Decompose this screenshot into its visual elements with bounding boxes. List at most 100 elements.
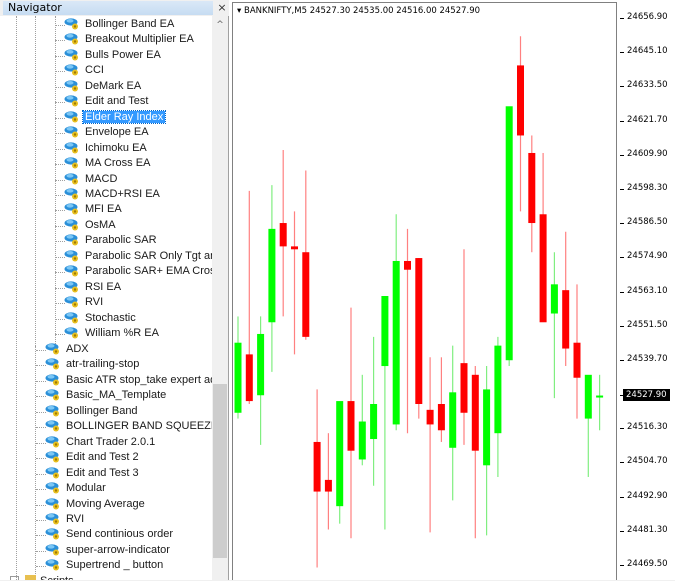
tree-item[interactable]: Basic_MA_Template [45, 388, 168, 404]
y-tick-label: 24586.50 [627, 217, 668, 228]
tree-item[interactable]: super-arrow-indicator [45, 543, 172, 559]
y-tick-mark [620, 325, 624, 327]
tree-item[interactable]: Elder Ray Index [64, 109, 167, 126]
y-tick-label: 24645.10 [627, 46, 668, 57]
dropdown-icon[interactable]: ▾ [237, 6, 241, 16]
tree-item-label: Edit and Test [85, 95, 149, 108]
expert-advisor-icon [45, 450, 61, 463]
tree-item-scripts[interactable]: Scripts [10, 574, 74, 580]
y-tick-label: 24539.70 [627, 354, 668, 365]
tree-item-label: Supertrend _ button [66, 559, 164, 572]
navigator-tree: Bollinger Band EA Breakout Multiplier EA B… [0, 16, 212, 580]
candle [381, 296, 389, 530]
tree-item[interactable]: Supertrend _ button [45, 558, 165, 574]
y-tick-label: 24563.10 [627, 285, 668, 296]
candle [483, 366, 491, 536]
tree-item[interactable]: MA Cross EA [64, 156, 152, 172]
candle [449, 345, 457, 501]
scroll-thumb[interactable] [213, 384, 227, 558]
tree-item[interactable]: DeMark EA [64, 79, 143, 95]
tree-item[interactable]: Edit and Test 3 [45, 466, 141, 482]
tree-item[interactable]: Modular [45, 481, 108, 497]
tree-item-label: Bollinger Band EA [85, 18, 175, 30]
expand-icon[interactable] [10, 575, 19, 580]
candle-body [528, 152, 536, 224]
y-tick-label: 24574.90 [627, 251, 668, 262]
tree-item[interactable]: Bollinger Band [45, 404, 140, 420]
candle-body [257, 333, 265, 396]
candle [539, 152, 547, 323]
tree-item[interactable]: Parabolic SAR Only Tgt and [64, 249, 212, 265]
expert-advisor-icon [45, 404, 61, 417]
candle-body [596, 395, 604, 398]
tree-item[interactable]: BOLLINGER BAND SQUEEZE [45, 419, 212, 435]
expert-advisor-icon [64, 311, 80, 324]
close-icon[interactable]: × [216, 1, 228, 15]
expert-advisor-icon [64, 280, 80, 293]
candle [550, 252, 558, 399]
candle [437, 357, 445, 442]
candle-body [584, 374, 592, 419]
candle-body [268, 228, 276, 323]
tree-item[interactable]: CCI [64, 63, 106, 79]
candle [596, 374, 604, 431]
tree-item[interactable]: Basic ATR stop_take expert advi [45, 373, 212, 389]
chart-window[interactable]: ▾ BANKNIFTY,M5 24527.30 24535.00 24516.0… [229, 0, 675, 580]
tree-item-label: Parabolic SAR [85, 234, 157, 247]
tree-item[interactable]: Bollinger Band EA [64, 17, 176, 33]
scroll-up-icon[interactable]: ^ [212, 16, 228, 32]
expert-advisor-icon [64, 202, 80, 215]
candle-body [324, 479, 332, 492]
tree-item[interactable]: Envelope EA [64, 125, 151, 141]
chart-plot-area[interactable] [232, 2, 617, 580]
tree-item[interactable]: MFI EA [64, 202, 124, 218]
candle-body [449, 392, 457, 448]
tree-item-label: Bollinger Band [66, 404, 138, 417]
tree-item[interactable]: RVI [45, 512, 86, 528]
y-tick-mark [620, 565, 624, 566]
tree-item[interactable]: OsMA [64, 218, 118, 234]
tree-item-label: Basic ATR stop_take expert advi [66, 373, 212, 386]
tree-item-label: William %R EA [85, 327, 159, 339]
tree-item[interactable]: Edit and Test 2 [45, 450, 141, 466]
tree-item-label: MACD [85, 172, 118, 185]
tree-item[interactable]: Stochastic [64, 311, 138, 327]
candle [404, 228, 411, 434]
tree-item[interactable]: Bulls Power EA [64, 48, 163, 64]
tree-item[interactable]: Ichimoku EA [64, 141, 149, 157]
navigator-header: Navigator × [0, 0, 229, 16]
tree-item[interactable]: RSI EA [64, 280, 123, 296]
candle-body [460, 363, 468, 413]
expert-advisor-icon [45, 342, 61, 355]
navigator-scrollbar[interactable]: ^ [212, 16, 228, 580]
tree-item-label: MA Cross EA [85, 157, 151, 170]
y-tick-mark [620, 52, 624, 54]
expert-advisor-icon [64, 125, 80, 138]
tree-item[interactable]: Parabolic SAR [64, 233, 159, 249]
expert-advisor-icon [64, 187, 80, 200]
tree-item[interactable]: Chart Trader 2.0.1 [45, 435, 157, 451]
candle [324, 433, 332, 530]
tree-item[interactable]: Parabolic SAR+ EMA Cross [64, 264, 212, 280]
expert-advisor-icon [45, 527, 61, 540]
candle-body [562, 290, 570, 349]
tree-item-label: MFI EA [85, 203, 122, 216]
tree-item[interactable]: Edit and Test [64, 94, 150, 110]
candle [358, 374, 366, 466]
tree-item[interactable]: MACD+RSI EA [64, 187, 162, 203]
tree-item[interactable]: ADX [45, 342, 91, 358]
tree-item[interactable]: atr-trailing-stop [45, 357, 141, 373]
candle [573, 284, 581, 419]
candle-body [517, 65, 524, 136]
tree-item[interactable]: MACD [64, 172, 119, 188]
y-tick-label: 24504.70 [627, 456, 668, 467]
y-tick-mark [620, 257, 624, 259]
tree-item[interactable]: RVI [64, 295, 105, 311]
tree-item[interactable]: Send continious order [45, 527, 175, 543]
expert-advisor-icon [64, 295, 80, 308]
tree-item[interactable]: Breakout Multiplier EA [64, 32, 196, 48]
expert-advisor-icon [64, 233, 80, 246]
tree-item[interactable]: Moving Average [45, 497, 147, 513]
tree-item-label: MACD+RSI EA [85, 187, 160, 200]
tree-item[interactable]: William %R EA [64, 326, 161, 342]
